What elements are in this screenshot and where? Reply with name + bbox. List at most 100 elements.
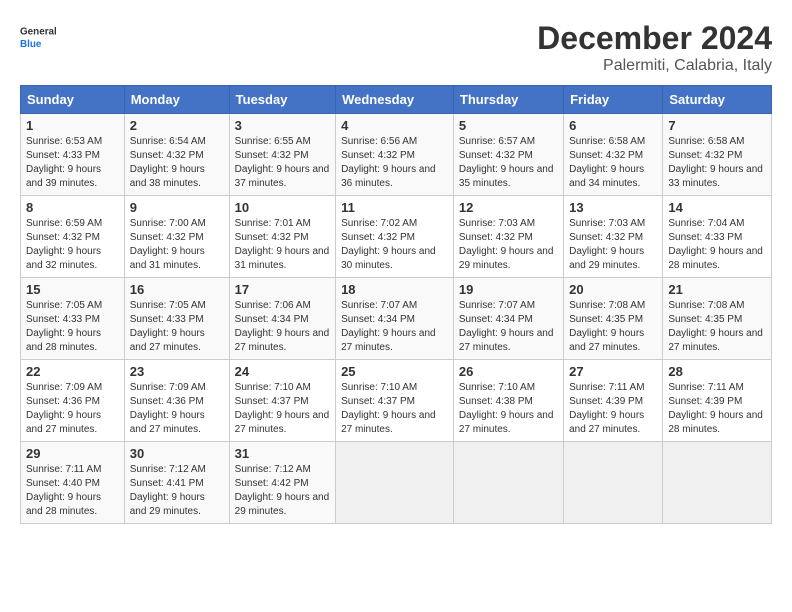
day-number: 30 (130, 446, 224, 461)
calendar-cell: 17 Sunrise: 7:06 AMSunset: 4:34 PMDaylig… (229, 278, 335, 360)
day-info: Sunrise: 7:03 AMSunset: 4:32 PMDaylight:… (569, 218, 645, 271)
day-number: 7 (668, 118, 766, 133)
svg-text:General: General (20, 26, 56, 37)
day-number: 15 (26, 282, 119, 297)
col-monday: Monday (124, 86, 229, 114)
day-number: 12 (459, 200, 558, 215)
calendar-cell: 23 Sunrise: 7:09 AMSunset: 4:36 PMDaylig… (124, 360, 229, 442)
day-info: Sunrise: 7:07 AMSunset: 4:34 PMDaylight:… (341, 300, 436, 353)
day-info: Sunrise: 7:09 AMSunset: 4:36 PMDaylight:… (130, 382, 206, 435)
calendar-cell (564, 442, 663, 524)
calendar-cell: 8 Sunrise: 6:59 AMSunset: 4:32 PMDayligh… (21, 196, 125, 278)
day-info: Sunrise: 7:12 AMSunset: 4:42 PMDaylight:… (235, 464, 330, 517)
day-info: Sunrise: 7:11 AMSunset: 4:39 PMDaylight:… (569, 382, 644, 435)
calendar-cell: 24 Sunrise: 7:10 AMSunset: 4:37 PMDaylig… (229, 360, 335, 442)
week-row-1: 1 Sunrise: 6:53 AMSunset: 4:33 PMDayligh… (21, 114, 772, 196)
day-info: Sunrise: 7:05 AMSunset: 4:33 PMDaylight:… (130, 300, 206, 353)
col-friday: Friday (564, 86, 663, 114)
day-number: 2 (130, 118, 224, 133)
day-number: 3 (235, 118, 330, 133)
day-info: Sunrise: 7:06 AMSunset: 4:34 PMDaylight:… (235, 300, 330, 353)
day-info: Sunrise: 7:03 AMSunset: 4:32 PMDaylight:… (459, 218, 554, 271)
day-info: Sunrise: 6:55 AMSunset: 4:32 PMDaylight:… (235, 136, 330, 189)
calendar-cell: 25 Sunrise: 7:10 AMSunset: 4:37 PMDaylig… (336, 360, 454, 442)
calendar-cell: 30 Sunrise: 7:12 AMSunset: 4:41 PMDaylig… (124, 442, 229, 524)
day-number: 31 (235, 446, 330, 461)
calendar-cell: 4 Sunrise: 6:56 AMSunset: 4:32 PMDayligh… (336, 114, 454, 196)
calendar-cell: 2 Sunrise: 6:54 AMSunset: 4:32 PMDayligh… (124, 114, 229, 196)
calendar-cell: 31 Sunrise: 7:12 AMSunset: 4:42 PMDaylig… (229, 442, 335, 524)
day-number: 21 (668, 282, 766, 297)
week-row-3: 15 Sunrise: 7:05 AMSunset: 4:33 PMDaylig… (21, 278, 772, 360)
calendar-cell: 20 Sunrise: 7:08 AMSunset: 4:35 PMDaylig… (564, 278, 663, 360)
day-number: 6 (569, 118, 657, 133)
calendar-cell: 21 Sunrise: 7:08 AMSunset: 4:35 PMDaylig… (663, 278, 772, 360)
day-number: 17 (235, 282, 330, 297)
day-number: 22 (26, 364, 119, 379)
col-saturday: Saturday (663, 86, 772, 114)
day-info: Sunrise: 7:12 AMSunset: 4:41 PMDaylight:… (130, 464, 206, 517)
day-info: Sunrise: 7:04 AMSunset: 4:33 PMDaylight:… (668, 218, 763, 271)
day-info: Sunrise: 6:58 AMSunset: 4:32 PMDaylight:… (569, 136, 645, 189)
col-tuesday: Tuesday (229, 86, 335, 114)
header-row: Sunday Monday Tuesday Wednesday Thursday… (21, 86, 772, 114)
calendar-cell: 10 Sunrise: 7:01 AMSunset: 4:32 PMDaylig… (229, 196, 335, 278)
day-number: 20 (569, 282, 657, 297)
day-number: 29 (26, 446, 119, 461)
day-number: 13 (569, 200, 657, 215)
calendar-cell: 9 Sunrise: 7:00 AMSunset: 4:32 PMDayligh… (124, 196, 229, 278)
location-subtitle: Palermiti, Calabria, Italy (537, 57, 772, 75)
day-info: Sunrise: 6:54 AMSunset: 4:32 PMDaylight:… (130, 136, 206, 189)
calendar-cell: 3 Sunrise: 6:55 AMSunset: 4:32 PMDayligh… (229, 114, 335, 196)
calendar-cell: 27 Sunrise: 7:11 AMSunset: 4:39 PMDaylig… (564, 360, 663, 442)
svg-text:Blue: Blue (20, 39, 42, 50)
day-info: Sunrise: 7:01 AMSunset: 4:32 PMDaylight:… (235, 218, 330, 271)
calendar-cell: 19 Sunrise: 7:07 AMSunset: 4:34 PMDaylig… (453, 278, 563, 360)
day-number: 25 (341, 364, 448, 379)
day-number: 19 (459, 282, 558, 297)
calendar-table: Sunday Monday Tuesday Wednesday Thursday… (20, 85, 772, 524)
day-info: Sunrise: 7:02 AMSunset: 4:32 PMDaylight:… (341, 218, 436, 271)
day-info: Sunrise: 6:59 AMSunset: 4:32 PMDaylight:… (26, 218, 102, 271)
week-row-4: 22 Sunrise: 7:09 AMSunset: 4:36 PMDaylig… (21, 360, 772, 442)
col-sunday: Sunday (21, 86, 125, 114)
day-number: 11 (341, 200, 448, 215)
day-number: 8 (26, 200, 119, 215)
day-number: 23 (130, 364, 224, 379)
calendar-cell: 1 Sunrise: 6:53 AMSunset: 4:33 PMDayligh… (21, 114, 125, 196)
logo: General Blue (20, 20, 56, 56)
day-info: Sunrise: 7:11 AMSunset: 4:40 PMDaylight:… (26, 464, 101, 517)
day-info: Sunrise: 6:56 AMSunset: 4:32 PMDaylight:… (341, 136, 436, 189)
day-info: Sunrise: 7:05 AMSunset: 4:33 PMDaylight:… (26, 300, 102, 353)
day-number: 18 (341, 282, 448, 297)
day-info: Sunrise: 7:11 AMSunset: 4:39 PMDaylight:… (668, 382, 763, 435)
main-title: December 2024 (537, 20, 772, 57)
day-number: 9 (130, 200, 224, 215)
calendar-cell: 15 Sunrise: 7:05 AMSunset: 4:33 PMDaylig… (21, 278, 125, 360)
day-number: 27 (569, 364, 657, 379)
day-number: 14 (668, 200, 766, 215)
logo-icon: General Blue (20, 20, 56, 56)
day-info: Sunrise: 7:10 AMSunset: 4:38 PMDaylight:… (459, 382, 554, 435)
day-info: Sunrise: 7:07 AMSunset: 4:34 PMDaylight:… (459, 300, 554, 353)
day-number: 24 (235, 364, 330, 379)
calendar-cell (663, 442, 772, 524)
day-number: 4 (341, 118, 448, 133)
calendar-cell: 28 Sunrise: 7:11 AMSunset: 4:39 PMDaylig… (663, 360, 772, 442)
day-info: Sunrise: 6:57 AMSunset: 4:32 PMDaylight:… (459, 136, 554, 189)
calendar-cell: 13 Sunrise: 7:03 AMSunset: 4:32 PMDaylig… (564, 196, 663, 278)
day-number: 26 (459, 364, 558, 379)
calendar-cell: 26 Sunrise: 7:10 AMSunset: 4:38 PMDaylig… (453, 360, 563, 442)
title-block: December 2024 Palermiti, Calabria, Italy (537, 20, 772, 75)
day-info: Sunrise: 6:58 AMSunset: 4:32 PMDaylight:… (668, 136, 763, 189)
day-info: Sunrise: 7:08 AMSunset: 4:35 PMDaylight:… (569, 300, 645, 353)
day-info: Sunrise: 7:00 AMSunset: 4:32 PMDaylight:… (130, 218, 206, 271)
calendar-cell: 12 Sunrise: 7:03 AMSunset: 4:32 PMDaylig… (453, 196, 563, 278)
calendar-cell: 14 Sunrise: 7:04 AMSunset: 4:33 PMDaylig… (663, 196, 772, 278)
day-info: Sunrise: 7:09 AMSunset: 4:36 PMDaylight:… (26, 382, 102, 435)
col-thursday: Thursday (453, 86, 563, 114)
calendar-cell: 18 Sunrise: 7:07 AMSunset: 4:34 PMDaylig… (336, 278, 454, 360)
day-number: 28 (668, 364, 766, 379)
week-row-2: 8 Sunrise: 6:59 AMSunset: 4:32 PMDayligh… (21, 196, 772, 278)
week-row-5: 29 Sunrise: 7:11 AMSunset: 4:40 PMDaylig… (21, 442, 772, 524)
